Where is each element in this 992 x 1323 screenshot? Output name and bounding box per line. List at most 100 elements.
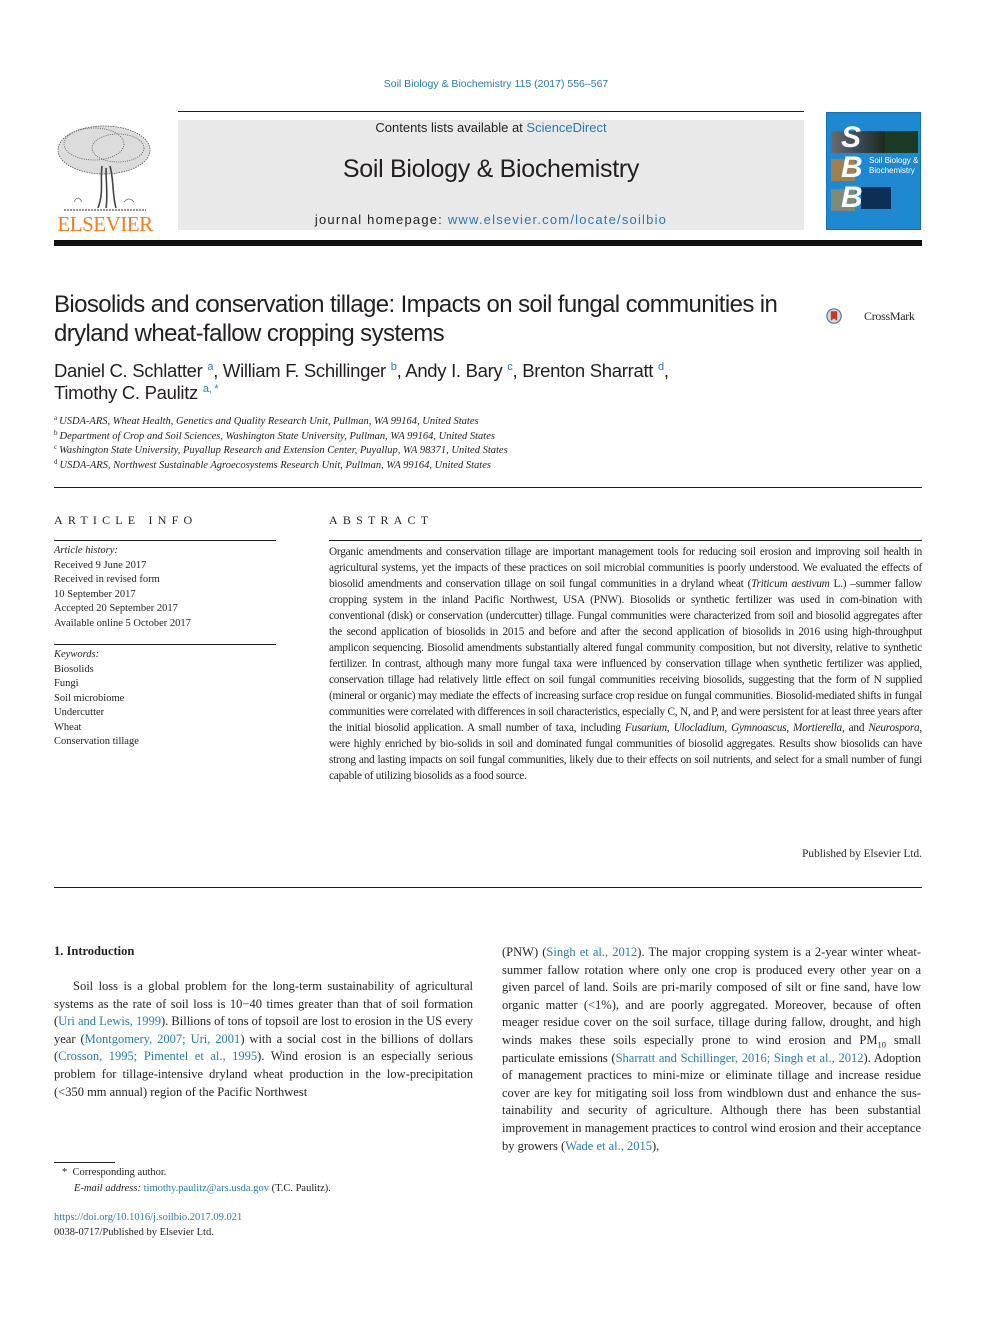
journal-cover-thumbnail[interactable]: S B B Soil Biology & Biochemistry (826, 112, 921, 230)
affiliation-list: a USDA-ARS, Wheat Health, Genetics and Qu… (54, 415, 874, 473)
affiliation-key: d (54, 457, 58, 466)
article-info-heading: ARTICLE INFO (54, 513, 198, 527)
article-title: Biosolids and conservation tillage: Impa… (54, 291, 778, 347)
homepage-prefix: journal homepage: (314, 212, 448, 227)
cover-letter: B (841, 181, 863, 214)
keywords-label: Keywords: (54, 649, 100, 660)
cover-title-line: Biochemistry (869, 166, 915, 175)
journal-homepage-link[interactable]: www.elsevier.com/locate/soilbio (448, 212, 667, 227)
introduction-heading: 1. Introduction (54, 944, 135, 958)
crossmark-label[interactable]: CrossMark (864, 309, 915, 324)
affiliation-text: Department of Crop and Soil Sciences, Wa… (59, 430, 495, 442)
email-label: E-mail address: (74, 1182, 141, 1194)
footnote-corresponding: Corresponding author. (72, 1167, 167, 1178)
keyword-item: Wheat (54, 721, 82, 733)
taxon-name: Fusarium (624, 722, 667, 734)
author-name[interactable]: Brenton Sharratt (522, 360, 653, 381)
citation-link[interactable]: Singh et al., 2012 (546, 945, 637, 959)
keyword-item: Biosolids (54, 663, 94, 675)
affiliation-text: Washington State University, Puyallup Re… (59, 445, 508, 456)
affiliation-item: b Department of Crop and Soil Sciences, W… (54, 428, 874, 445)
author-name[interactable]: William F. Schillinger (223, 360, 386, 381)
cover-title: Soil Biology & Biochemistry (869, 156, 918, 176)
affiliation-key: c (54, 443, 58, 451)
article-info-rule (54, 540, 276, 541)
article-info-rule (54, 644, 276, 645)
journal-homepage-line: journal homepage: www.elsevier.com/locat… (178, 212, 804, 227)
author-name[interactable]: Daniel C. Schlatter (54, 360, 203, 381)
history-item: Accepted 20 September 2017 (54, 603, 178, 614)
affiliation-key: a (54, 414, 58, 422)
keyword-item: Soil microbiome (54, 692, 125, 704)
sciencedirect-link[interactable]: ScienceDirect (526, 120, 606, 135)
history-item: Available online 5 October 2017 (54, 617, 191, 629)
history-item: Received in revised form (54, 574, 160, 585)
body-text: ), (652, 1138, 660, 1153)
journal-citation-link[interactable]: Soil Biology & Biochemistry 115 (2017) 5… (0, 78, 992, 90)
author-list: Daniel C. Schlatter a, William F. Schill… (54, 360, 669, 403)
section-rule (54, 887, 922, 888)
history-item: 10 September 2017 (54, 588, 136, 600)
taxon-name: Ulocladium (673, 722, 725, 734)
citation-link[interactable]: Sharratt and Schillinger, 2016; Singh et… (616, 1051, 864, 1065)
citation-link[interactable]: Montgomery, 2007; Uri, 2001 (85, 1032, 241, 1046)
taxon-name: Neurospora (868, 722, 920, 734)
footnote-rule (54, 1162, 115, 1163)
author-affiliation-marker[interactable]: b (391, 361, 397, 373)
author-affiliation-marker[interactable]: d (658, 361, 664, 373)
affiliation-item: a USDA-ARS, Wheat Health, Genetics and Qu… (54, 415, 874, 430)
affiliation-item: d USDA-ARS, Northwest Sustainable Agroeco… (54, 457, 874, 474)
cover-image-strip (885, 131, 918, 153)
author-affiliation-marker[interactable]: a (207, 361, 213, 373)
publisher-note: Published by Elsevier Ltd. (802, 848, 922, 860)
abstract-segment: L.) –summer fallow cropping system in th… (329, 578, 922, 734)
cover-title-line: Soil Biology & (869, 156, 919, 165)
author-affiliation-marker[interactable]: a, * (203, 383, 219, 395)
abstract-rule (329, 540, 922, 541)
header-rule (178, 111, 804, 112)
abstract-text: Organic amendments and conservation till… (329, 546, 922, 782)
abstract-heading: ABSTRACT (329, 513, 434, 527)
affiliation-text: USDA-ARS, Wheat Health, Genetics and Qua… (59, 416, 479, 427)
keyword-item: Conservation tillage (54, 736, 139, 747)
journal-name: Soil Biology & Biochemistry (342, 155, 640, 183)
footnote-marker: * (62, 1167, 68, 1178)
history-item: Received 9 June 2017 (54, 559, 147, 571)
taxon-name: Gymnoascus (731, 722, 787, 734)
author-name[interactable]: Timothy C. Paulitz (54, 382, 198, 403)
citation-link[interactable]: Wade et al., 2015 (565, 1139, 652, 1153)
issn-line: 0038-0717/Published by Elsevier Ltd. (54, 1227, 214, 1238)
elsevier-wordmark: ELSEVIER (57, 212, 153, 236)
subscript: 10 (877, 1039, 887, 1050)
email-link[interactable]: timothy.paulitz@ars.usda.gov (144, 1183, 269, 1194)
cover-letter: S (841, 121, 862, 154)
body-text: ). The major cropping system is a 2-year… (502, 945, 922, 1047)
introduction-column-right: (PNW) (Singh et al., 2012). The major cr… (502, 944, 921, 1155)
article-history-label: Article history: (54, 545, 118, 556)
introduction-column-left: Soil loss is a global problem for the lo… (54, 978, 473, 1101)
affiliation-item: c Washington State University, Puyallup R… (54, 444, 874, 459)
keywords: Keywords: Biosolids Fungi Soil microbiom… (54, 648, 276, 750)
masthead-thick-rule (54, 240, 922, 246)
affiliation-text: USDA-ARS, Northwest Sustainable Agroecos… (59, 459, 491, 471)
crossmark-icon[interactable] (826, 296, 866, 336)
citation-link[interactable]: Crosson, 1995; Pimentel et al., 1995 (58, 1049, 257, 1063)
author-name[interactable]: Andy I. Bary (405, 360, 502, 381)
species-name: Triticum aestivum (751, 578, 830, 590)
email-suffix: (T.C. Paulitz). (268, 1182, 331, 1194)
corresponding-author-footnote: * Corresponding author. E-mail address: … (62, 1165, 482, 1196)
citation-link[interactable]: Uri and Lewis, 1999 (58, 1014, 161, 1028)
contents-prefix: Contents lists available at (375, 120, 527, 135)
keyword-item: Undercutter (54, 707, 105, 718)
cover-image-strip (861, 187, 891, 209)
section-rule (54, 487, 922, 488)
body-text: (PNW) ( (502, 945, 547, 959)
contents-line: Contents lists available at ScienceDirec… (178, 120, 804, 135)
cover-letter: B (841, 151, 863, 184)
doi-link[interactable]: https://doi.org/10.1016/j.soilbio.2017.0… (54, 1210, 242, 1225)
keyword-item: Fungi (54, 678, 79, 689)
article-history: Article history: Received 9 June 2017 Re… (54, 544, 276, 631)
author-affiliation-marker[interactable]: c (507, 361, 513, 373)
body-text: ). Adoption of management practices to m… (502, 1050, 921, 1153)
affiliation-key: b (54, 428, 58, 437)
